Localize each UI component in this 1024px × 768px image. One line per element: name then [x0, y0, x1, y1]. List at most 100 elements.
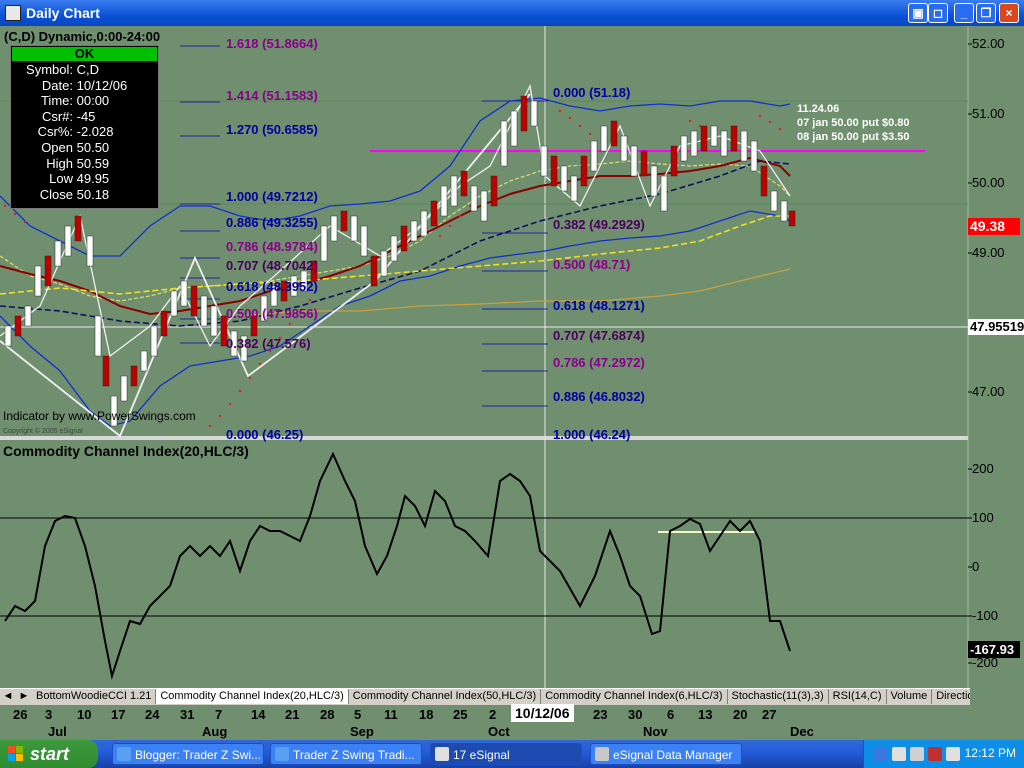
- fib-label: 0.500 (47.9856): [226, 306, 318, 321]
- candle: [720, 130, 728, 157]
- date-tick: 2: [489, 707, 497, 722]
- date-tick: 17: [111, 707, 126, 722]
- candle: [510, 110, 518, 147]
- tab-volume[interactable]: Volume: [887, 689, 933, 704]
- date-tick: 10: [77, 707, 92, 722]
- taskbar-item-data-manager[interactable]: eSignal Data Manager: [590, 743, 742, 765]
- data-row: Close 50.18: [39, 186, 110, 202]
- cci-axis-label: 200: [972, 461, 994, 476]
- candle: [760, 165, 768, 197]
- tab-cci-50[interactable]: Commodity Channel Index(50,HLC/3): [349, 689, 542, 704]
- candle: [140, 350, 148, 372]
- tab-directional[interactable]: Directiona: [932, 689, 970, 704]
- candle: [64, 225, 72, 257]
- tab-stochastic[interactable]: Stochastic(11(3),3): [728, 689, 829, 704]
- date-tick: 13: [698, 707, 713, 722]
- start-label: start: [30, 744, 70, 764]
- printer-icon[interactable]: [910, 747, 924, 761]
- indicator-credit[interactable]: Indicator by www.PowerSwings.com: [3, 409, 196, 423]
- candle: [520, 95, 528, 132]
- close-button[interactable]: ×: [999, 3, 1019, 23]
- candle: [630, 145, 638, 177]
- fib-label: 0.618 (48.3952): [226, 279, 318, 294]
- fib-label: 0.000 (51.18): [553, 85, 631, 100]
- price-axis-label: 50.00: [972, 175, 1005, 190]
- window-icon-button-2[interactable]: ◻: [928, 3, 948, 23]
- cursor-price-badge: 47.95519: [968, 319, 1024, 335]
- tab-scroll-right-icon[interactable]: ►: [16, 690, 32, 702]
- annotation-line: 11.24.06: [797, 103, 840, 115]
- title-bar: Daily Chart ▣ ◻ _ ❐ ×: [0, 0, 1024, 26]
- candle: [740, 130, 748, 162]
- data-row: Date: 10/12/06: [41, 77, 128, 93]
- date-tick: 11: [384, 707, 398, 722]
- system-tray: 12:12 PM: [863, 740, 1024, 768]
- data-row: Time: 00:00: [40, 93, 110, 109]
- candle: [410, 220, 418, 242]
- annotation-line: 08 jan 50.00 put $3.50: [797, 131, 910, 143]
- candle: [350, 215, 358, 242]
- candle: [780, 200, 788, 222]
- fib-label: 1.000 (46.24): [553, 427, 631, 442]
- candle: [320, 225, 328, 262]
- symbol-header: (C,D) Dynamic,0:00-24:00: [4, 29, 161, 44]
- date-tick: 27: [762, 707, 777, 722]
- minimize-button[interactable]: _: [954, 3, 974, 23]
- candle: [14, 315, 22, 337]
- tab-bottomwoodiecci[interactable]: BottomWoodieCCI 1.21: [32, 689, 157, 704]
- security-icon[interactable]: [928, 747, 942, 761]
- month-label: Oct: [488, 724, 510, 739]
- volume-icon[interactable]: [946, 747, 960, 761]
- annotation-line: 07 jan 50.00 put $0.80: [797, 117, 910, 129]
- fib-label: 0.886 (49.3255): [226, 215, 318, 230]
- date-tick: 7: [215, 707, 223, 722]
- date-axis: 26 3 10 17 24 31 7 14 21 28 5 11 18 25 2…: [0, 704, 1024, 740]
- clock[interactable]: 12:12 PM: [965, 746, 1016, 760]
- network-icon[interactable]: [892, 747, 906, 761]
- price-axis-label: 47.00: [972, 384, 1005, 399]
- fib-label: 0.618 (48.1271): [553, 298, 645, 313]
- candle: [480, 190, 488, 222]
- candle: [130, 365, 138, 387]
- cci-axis-label: 0: [972, 559, 980, 574]
- price-axis-label: 52.00: [972, 36, 1005, 51]
- date-tick: 23: [593, 707, 608, 722]
- tab-rsi[interactable]: RSI(14,C): [829, 689, 887, 704]
- tab-cci-6[interactable]: Commodity Channel Index(6,HLC/3): [541, 689, 728, 704]
- candle: [680, 135, 688, 162]
- taskbar-item-tradersite[interactable]: Trader Z Swing Tradi...: [270, 743, 422, 765]
- study-tabs: ◄ ► BottomWoodieCCI 1.21 Commodity Channel …: [0, 688, 970, 705]
- tab-scroll-left-icon[interactable]: ◄: [0, 690, 16, 702]
- candle: [700, 125, 708, 152]
- candle: [550, 155, 558, 187]
- tab-cci-20[interactable]: Commodity Channel Index(20,HLC/3): [156, 689, 349, 704]
- fib-label: 0.500 (48.71): [553, 257, 631, 272]
- candle: [620, 135, 628, 162]
- ie-icon: [275, 747, 289, 761]
- candle: [180, 280, 188, 307]
- candle: [710, 125, 718, 147]
- candle: [330, 215, 338, 242]
- candle: [150, 325, 158, 357]
- month-label: Nov: [643, 724, 668, 739]
- candle: [590, 140, 598, 172]
- date-tick: 24: [145, 707, 160, 722]
- candle: [102, 355, 110, 387]
- data-row: High 50.59: [46, 155, 110, 171]
- maximize-button[interactable]: ❐: [976, 3, 996, 23]
- taskbar-item-esignal[interactable]: 17 eSignal: [430, 743, 582, 765]
- taskbar-item-blogger[interactable]: Blogger: Trader Z Swi...: [112, 743, 264, 765]
- cursor-date-badge: 10/12/06: [511, 704, 574, 722]
- app-icon[interactable]: [5, 5, 21, 21]
- cci-title: Commodity Channel Index(20,HLC/3): [3, 443, 249, 459]
- help-icon[interactable]: [874, 747, 888, 761]
- candle: [360, 225, 368, 257]
- start-button[interactable]: start: [0, 740, 98, 768]
- date-tick: 14: [251, 707, 266, 722]
- ie-icon: [117, 747, 131, 761]
- window-icon-button[interactable]: ▣: [908, 3, 928, 23]
- trade-annotation: 11.24.06 07 jan 50.00 put $0.80 08 jan 5…: [797, 102, 910, 144]
- data-manager-icon: [595, 747, 609, 761]
- data-row: Csr%: -2.028: [37, 124, 114, 140]
- date-tick: 6: [667, 707, 675, 722]
